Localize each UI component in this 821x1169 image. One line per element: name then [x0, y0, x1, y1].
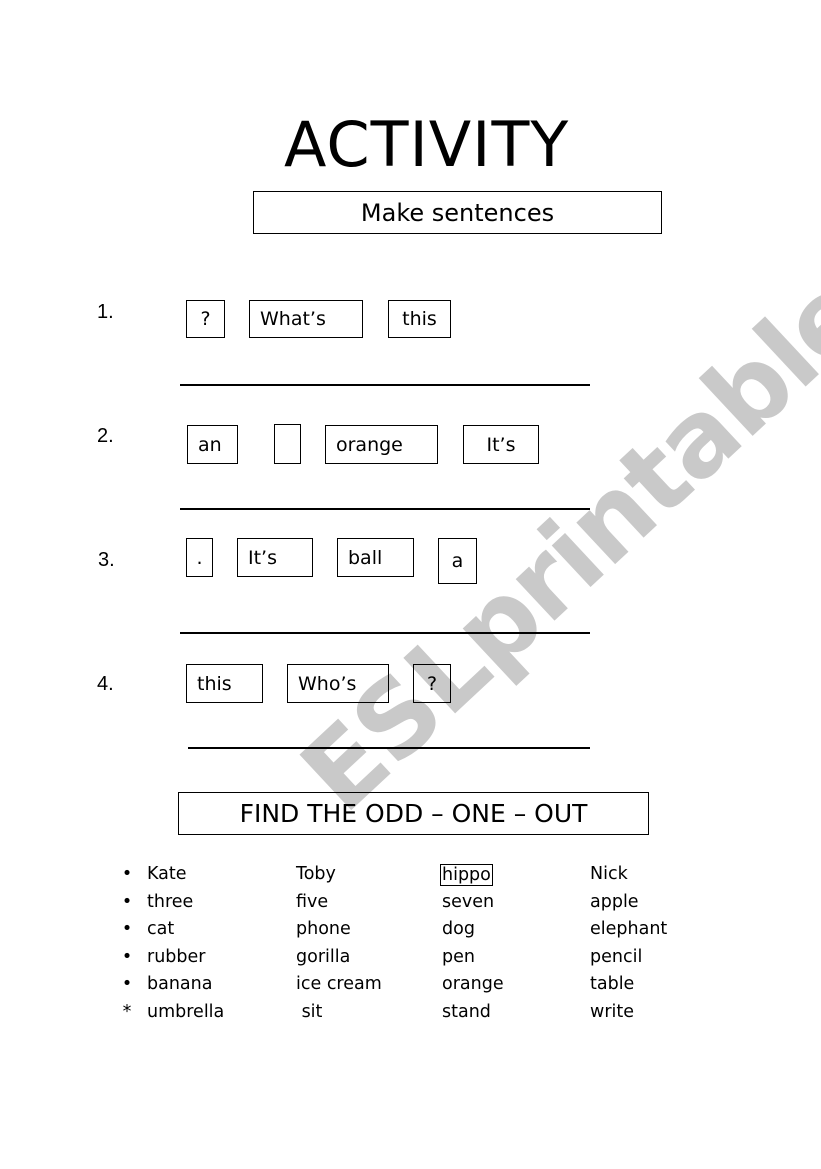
bullet-icon: •	[121, 891, 133, 912]
word-option[interactable]: Kate	[147, 864, 187, 884]
word-option[interactable]: gorilla	[296, 947, 350, 967]
word-option[interactable]: write	[590, 1002, 634, 1022]
word-card[interactable]: a	[438, 538, 477, 584]
word-card[interactable]: .	[186, 538, 213, 577]
bullet-icon: •	[121, 946, 133, 967]
word-option[interactable]: rubber	[147, 947, 205, 967]
word-card[interactable]: orange	[325, 425, 438, 464]
word-option[interactable]: banana	[147, 974, 212, 994]
bullet-icon: •	[121, 974, 133, 994]
section-heading-label: Make sentences	[360, 198, 555, 227]
word-option[interactable]: pen	[442, 947, 475, 967]
watermark: ESLprintables.com	[278, 24, 821, 835]
word-option[interactable]: pencil	[590, 947, 642, 967]
word-option[interactable]: seven	[442, 892, 494, 912]
item-number: 4.	[97, 673, 114, 695]
word-card[interactable]: It’s	[237, 538, 313, 577]
answer-line[interactable]	[188, 747, 590, 749]
word-option-marked[interactable]: hippo	[440, 864, 493, 886]
word-option[interactable]: Toby	[296, 864, 336, 884]
word-card[interactable]: an	[187, 425, 238, 464]
word-card[interactable]: ?	[413, 664, 451, 703]
word-card[interactable]: ball	[337, 538, 414, 577]
word-card[interactable]: What’s	[249, 300, 363, 338]
word-option[interactable]: sit	[296, 1002, 323, 1022]
word-option[interactable]: table	[590, 974, 634, 994]
item-number: 2.	[97, 425, 114, 447]
word-card-empty[interactable]	[274, 424, 301, 464]
asterisk-icon: *	[122, 1001, 132, 1022]
section-heading-label: FIND THE ODD – ONE – OUT	[239, 799, 588, 828]
word-card[interactable]: ?	[186, 300, 225, 338]
page-title: ACTIVITY	[284, 108, 570, 181]
word-option[interactable]: three	[147, 892, 193, 912]
section-heading-make-sentences: Make sentences	[253, 191, 662, 234]
item-number: 1.	[97, 301, 114, 323]
word-option[interactable]: umbrella	[147, 1002, 224, 1022]
word-option[interactable]: elephant	[590, 919, 667, 939]
answer-line[interactable]	[180, 384, 590, 386]
word-option[interactable]: apple	[590, 892, 639, 912]
word-option[interactable]: orange	[442, 974, 504, 994]
bullet-icon: •	[121, 919, 133, 939]
answer-line[interactable]	[180, 508, 590, 510]
word-card[interactable]: this	[388, 300, 451, 338]
word-option[interactable]: five	[296, 892, 328, 912]
word-card[interactable]: It’s	[463, 425, 539, 464]
word-card[interactable]: this	[186, 664, 263, 703]
word-option[interactable]: ice cream	[296, 974, 382, 994]
word-option[interactable]: dog	[442, 919, 475, 939]
answer-line[interactable]	[180, 632, 590, 634]
word-option[interactable]: stand	[442, 1002, 491, 1022]
section-heading-odd-one-out: FIND THE ODD – ONE – OUT	[178, 792, 649, 835]
word-option[interactable]: phone	[296, 919, 351, 939]
bullet-icon: •	[121, 864, 133, 884]
item-number: 3.	[98, 549, 115, 571]
word-card[interactable]: Who’s	[287, 664, 389, 703]
word-option[interactable]: cat	[147, 919, 174, 939]
word-option[interactable]: Nick	[590, 864, 628, 884]
